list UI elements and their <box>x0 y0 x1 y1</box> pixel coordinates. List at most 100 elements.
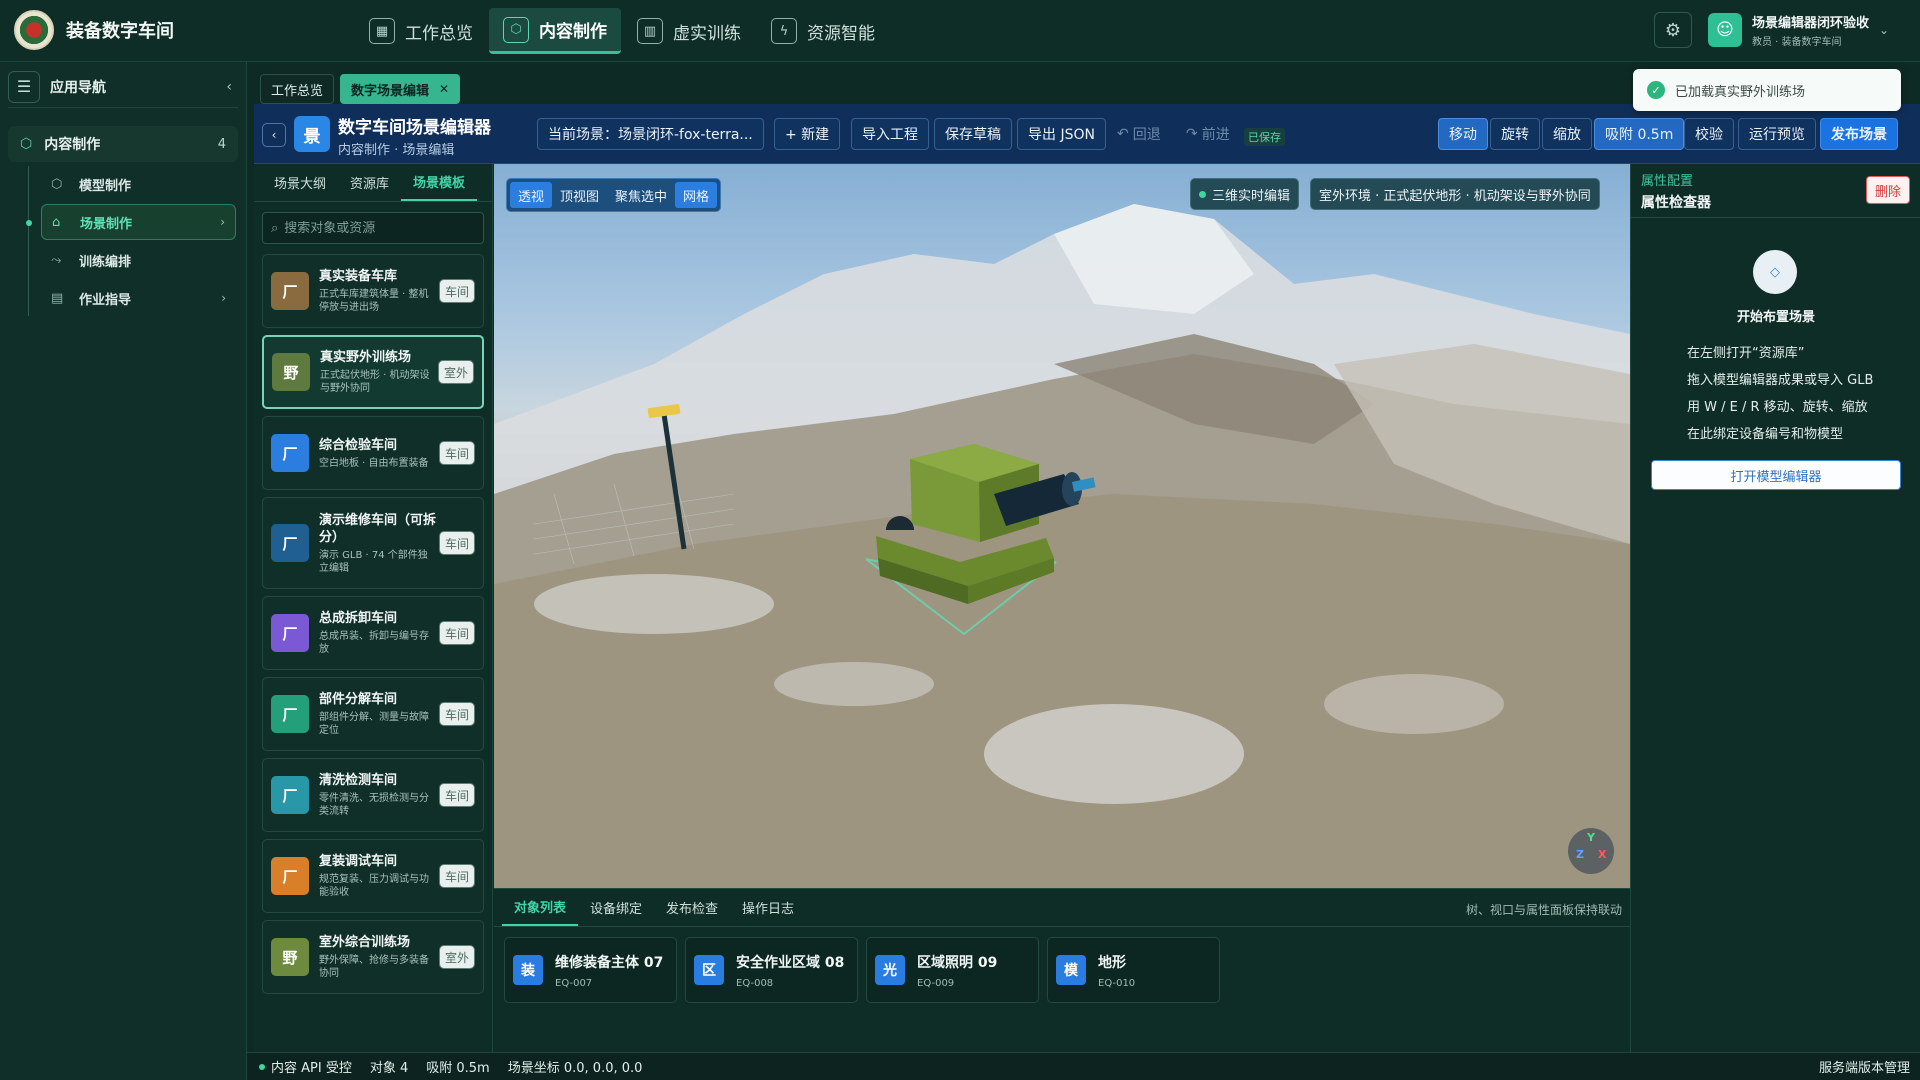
sidebar-item-model[interactable]: ⬡ 模型制作 <box>41 166 236 202</box>
list-item[interactable]: 厂 真实装备车库 正式车库建筑体量 · 整机停放与进出场 车间 <box>262 254 484 328</box>
tab-label: 工作总览 <box>271 83 324 99</box>
template-name: 综合检验车间 <box>319 437 398 453</box>
template-name: 总成拆卸车间 <box>319 611 398 626</box>
object-badge: 区 <box>694 955 724 985</box>
list-item[interactable]: 区 安全作业区域 08 EQ-008 <box>685 937 858 1003</box>
list-item[interactable]: 厂 部件分解车间 部组件分解、测量与故障定位 车间 <box>262 677 484 751</box>
version-management[interactable]: 服务端版本管理 <box>1819 1057 1910 1076</box>
home-icon: ⌂ <box>52 214 61 230</box>
tab-overview[interactable]: 工作总览 <box>260 74 335 104</box>
tab-object-list[interactable]: 对象列表 <box>502 889 579 926</box>
list-item[interactable]: 厂 清洗检测车间 零件清洗、无损检测与分类流转 车间 <box>262 758 484 832</box>
template-badge: 厂 <box>271 614 309 652</box>
lightning-icon: ϟ <box>771 18 797 44</box>
current-scene-select[interactable]: 当前场景：场景闭环-fox-terra... <box>537 118 764 150</box>
search-input[interactable] <box>284 220 475 236</box>
top-nav: ▦ 工作总览 ⬡ 内容制作 ▥ 虚实训练 ϟ 资源智能 <box>355 8 891 62</box>
sidebar-item-training[interactable]: ⤳ 训练编排 <box>41 242 236 278</box>
publish-scene-button[interactable]: 发布场景 <box>1820 118 1898 150</box>
environment-chip: 室外环境 · 正式起伏地形 · 机动架设与野外协同 <box>1310 178 1600 210</box>
view-top-button[interactable]: 顶视图 <box>552 182 607 208</box>
property-inspector: 属性配置 属性检查器 删除 ◇ 开始布置场景 在左侧打开“资源库” 拖入模型编辑… <box>1630 164 1920 1052</box>
rotate-tool-button[interactable]: 旋转 <box>1490 118 1540 150</box>
topnav-item-content[interactable]: ⬡ 内容制作 <box>489 8 621 54</box>
list-item[interactable]: 装 维修装备主体 07 EQ-007 <box>504 937 677 1003</box>
document-icon: ▤ <box>51 290 64 306</box>
topnav-item-overview[interactable]: ▦ 工作总览 <box>355 8 487 54</box>
new-button[interactable]: + 新建 <box>774 118 841 150</box>
snap-status: 吸附 0.5m <box>426 1061 490 1076</box>
validate-button[interactable]: 校验 <box>1684 118 1734 150</box>
undo-button[interactable]: ↶ 回退 <box>1106 118 1172 150</box>
list-item[interactable]: 厂 综合检验车间 空白地板 · 自由布置装备 车间 <box>262 416 484 490</box>
view-mode-toggle: 透视 顶视图 聚焦选中 网格 <box>506 178 722 212</box>
list-item[interactable]: 厂 复装调试车间 规范复装、压力调试与功能验收 车间 <box>262 839 484 913</box>
focus-selected-button[interactable]: 聚焦选中 <box>607 182 675 208</box>
axis-gizmo[interactable]: Y Z X <box>1568 828 1614 874</box>
tab-device-binding[interactable]: 设备绑定 <box>578 889 654 926</box>
tab-scene-editor[interactable]: 数字场景编辑 ✕ <box>340 74 461 104</box>
save-draft-button[interactable]: 保存草稿 <box>934 118 1012 150</box>
sidebar-item-scene[interactable]: ⌂ 场景制作 › <box>26 204 236 240</box>
object-count: 对象 4 <box>369 1061 409 1076</box>
user-icon: ☺ <box>1716 20 1734 40</box>
user-text: 场景编辑器闭环验收 教员 · 装备数字车间 <box>1752 12 1869 48</box>
run-preview-button[interactable]: 运行预览 <box>1738 118 1816 150</box>
chevron-left-icon[interactable]: ‹ <box>226 79 232 95</box>
app-nav-header: ☰ 应用导航 ‹ <box>8 66 238 108</box>
template-desc: 演示 GLB · 74 个部件独立编辑 <box>319 549 428 574</box>
scale-tool-button[interactable]: 缩放 <box>1542 118 1592 150</box>
tab-scene-templates[interactable]: 场景模板 <box>401 164 478 201</box>
snow-patch <box>1324 674 1504 734</box>
open-model-editor-button[interactable]: 打开模型编辑器 <box>1651 460 1901 490</box>
topnav-item-training[interactable]: ▥ 虚实训练 <box>623 8 755 54</box>
template-tag: 车间 <box>438 531 475 555</box>
current-scene-label: 当前场景：场景闭环-fox-terra... <box>548 127 753 143</box>
axis-x-label: X <box>1598 848 1607 861</box>
list-item[interactable]: 厂 演示维修车间（可拆分） 演示 GLB · 74 个部件独立编辑 车间 <box>262 497 484 589</box>
resource-tabs: 场景大纲 资源库 场景模板 <box>254 164 492 202</box>
sidebar-item-guide[interactable]: ▤ 作业指导 › <box>41 280 236 316</box>
user-menu[interactable]: ☺ 场景编辑器闭环验收 教员 · 装备数字车间 ⌄ <box>1708 12 1889 48</box>
brand[interactable]: 装备数字车间 <box>14 10 174 50</box>
scene-viewport[interactable]: 透视 顶视图 聚焦选中 网格 三维实时编辑 室外环境 · 正式起伏地形 · 机动… <box>494 164 1630 888</box>
tab-asset-library[interactable]: 资源库 <box>338 164 401 201</box>
move-tool-button[interactable]: 移动 <box>1438 118 1488 150</box>
app-nav-subitems: ⬡ 模型制作 ⌂ 场景制作 › ⤳ 训练编排 ▤ 作业指导 › <box>26 166 246 316</box>
tab-operation-log[interactable]: 操作日志 <box>730 889 806 926</box>
object-info: 维修装备主体 07 EQ-007 <box>555 952 663 989</box>
list-item[interactable]: 模 地形 EQ-010 <box>1047 937 1220 1003</box>
list-item[interactable]: 野 室外综合训练场 野外保障、抢修与多装备协同 室外 <box>262 920 484 994</box>
chevron-down-icon: ⌄ <box>1879 23 1890 37</box>
view-perspective-button[interactable]: 透视 <box>510 182 553 208</box>
back-button[interactable]: ‹ <box>262 123 286 147</box>
export-json-button[interactable]: 导出 JSON <box>1017 118 1106 150</box>
cube-icon: ⬡ <box>20 136 33 152</box>
menu-button[interactable]: ☰ <box>8 70 40 103</box>
app-title: 装备数字车间 <box>66 21 174 42</box>
list-item[interactable]: 厂 总成拆卸车间 总成吊装、拆卸与编号存放 车间 <box>262 596 484 670</box>
list-item[interactable]: 野 真实野外训练场 正式起伏地形 · 机动架设与野外协同 室外 <box>262 335 484 409</box>
settings-button[interactable]: ⚙ <box>1654 12 1692 48</box>
template-info: 综合检验车间 空白地板 · 自由布置装备 <box>319 437 437 470</box>
template-info: 总成拆卸车间 总成吊装、拆卸与编号存放 <box>319 610 437 656</box>
topnav-item-resources[interactable]: ϟ 资源智能 <box>757 8 889 54</box>
group-count: 4 <box>217 136 226 152</box>
template-name: 部件分解车间 <box>319 692 398 707</box>
app-nav-group-content[interactable]: ⬡ 内容制作 4 <box>8 126 238 162</box>
editor-toolbar: ‹ 景 数字车间场景编辑器 内容制作 · 场景编辑 当前场景：场景闭环-fox-… <box>254 104 1920 164</box>
close-icon[interactable]: ✕ <box>439 82 449 96</box>
object-name: 地形 <box>1098 954 1126 971</box>
api-status: 内容 API 受控 <box>259 1057 352 1076</box>
live-edit-chip: 三维实时编辑 <box>1190 178 1300 210</box>
list-item[interactable]: 光 区域照明 09 EQ-009 <box>866 937 1039 1003</box>
snap-toggle[interactable]: 吸附 0.5m <box>1594 118 1685 150</box>
redo-button[interactable]: ↷ 前进 <box>1175 118 1241 150</box>
object-name: 安全作业区域 08 <box>736 954 845 971</box>
tab-publish-check[interactable]: 发布检查 <box>654 889 730 926</box>
delete-button[interactable]: 删除 <box>1865 176 1910 204</box>
tab-scene-outline[interactable]: 场景大纲 <box>262 164 338 201</box>
chevron-left-icon: ‹ <box>271 128 277 142</box>
grid-toggle-button[interactable]: 网格 <box>675 182 718 208</box>
import-button[interactable]: 导入工程 <box>851 118 929 150</box>
